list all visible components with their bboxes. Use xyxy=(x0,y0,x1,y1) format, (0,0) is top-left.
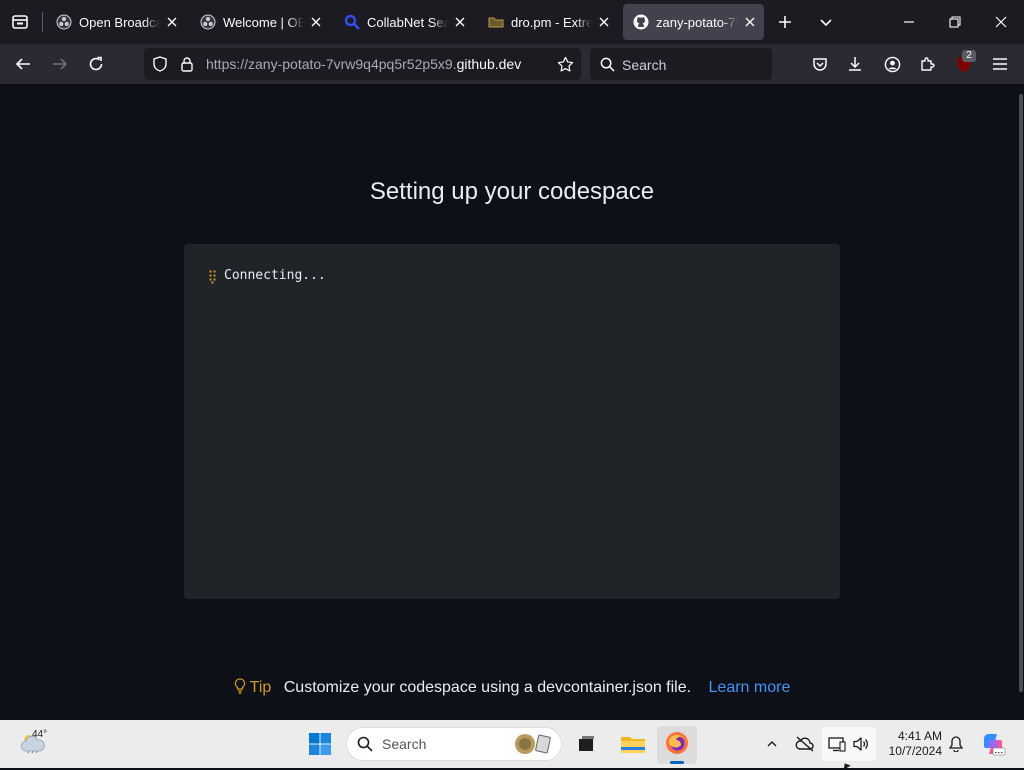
extension-badge: 2 xyxy=(962,50,976,62)
search-icon xyxy=(598,55,616,73)
lightbulb-icon xyxy=(234,678,246,699)
back-arrow-icon[interactable] xyxy=(10,52,36,76)
firefox-icon[interactable] xyxy=(664,730,690,756)
lock-icon[interactable] xyxy=(177,54,197,74)
pocket-icon[interactable] xyxy=(808,52,832,76)
bookmark-star-icon[interactable] xyxy=(554,54,576,74)
clock-date: 10/7/2024 xyxy=(888,744,942,758)
clock[interactable]: 4:41 AM 10/7/2024 xyxy=(884,729,942,759)
new-tab-plus-icon[interactable] xyxy=(772,10,798,34)
firefox-view-icon[interactable] xyxy=(8,10,32,34)
forward-arrow-icon[interactable] xyxy=(47,52,73,76)
page-title: Setting up your codespace xyxy=(369,178,655,205)
terminal-log-panel xyxy=(184,244,840,599)
obs-icon xyxy=(56,14,72,30)
close-window-icon[interactable] xyxy=(986,8,1016,36)
tab-title: CollabNet SearX xyxy=(367,14,448,30)
search-bar[interactable]: Search xyxy=(590,48,772,80)
url-prefix: https://zany-potato-7vrw9q4pq5r52p5x9. xyxy=(206,56,457,72)
url-text[interactable]: https://zany-potato-7vrw9q4pq5r52p5x9.gi… xyxy=(206,56,521,72)
connection-status: Connecting... xyxy=(224,268,326,283)
close-tab-icon[interactable] xyxy=(596,14,612,30)
notification-bell-icon[interactable] xyxy=(946,734,966,754)
search-placeholder: Search xyxy=(622,57,667,73)
cloud-off-icon[interactable] xyxy=(793,734,817,754)
github-icon xyxy=(633,14,649,30)
close-tab-icon[interactable] xyxy=(452,14,468,30)
obs-icon xyxy=(200,14,216,30)
reload-icon[interactable] xyxy=(83,52,109,76)
extensions-puzzle-icon[interactable] xyxy=(916,52,940,76)
tab-title: zany-potato-7vrw xyxy=(656,14,738,30)
address-bar[interactable]: https://zany-potato-7vrw9q4pq5r52p5x9.gi… xyxy=(144,48,581,80)
tip-text: Customize your codespace using a devcont… xyxy=(283,679,692,696)
learn-more-link[interactable]: Learn more xyxy=(709,679,791,696)
close-tab-icon[interactable] xyxy=(742,14,758,30)
tab-separator xyxy=(42,12,43,32)
minimize-icon[interactable] xyxy=(894,8,924,36)
tab-title: dro.pm - Extreme xyxy=(511,14,592,30)
search-icon xyxy=(356,735,374,753)
tab-open-broadcast[interactable]: Open Broadcast xyxy=(46,4,186,40)
weather-temperature: 44° xyxy=(32,729,48,740)
menu-hamburger-icon[interactable] xyxy=(988,52,1012,76)
tab-dro-pm[interactable]: dro.pm - Extreme xyxy=(478,4,618,40)
shield-icon[interactable] xyxy=(150,54,170,74)
windows-start-icon[interactable] xyxy=(306,730,334,758)
copilot-icon[interactable] xyxy=(978,729,1008,759)
tab-title: Welcome | OBS xyxy=(223,14,304,30)
taskbar-search-box[interactable]: Search xyxy=(346,727,562,761)
active-app-indicator xyxy=(670,761,684,764)
close-tab-icon[interactable] xyxy=(308,14,324,30)
magnifier-icon xyxy=(344,14,360,30)
tab-strip: Open Broadcast Welcome | OBS CollabNet S… xyxy=(0,0,1024,44)
file-explorer-icon[interactable] xyxy=(618,730,648,758)
task-view-icon[interactable] xyxy=(572,730,600,758)
tip-line: Tip Customize your codespace using a dev… xyxy=(0,678,1024,699)
tab-title: Open Broadcast xyxy=(79,14,160,30)
chevron-up-icon[interactable] xyxy=(762,734,782,754)
list-tabs-chevron-down-icon[interactable] xyxy=(813,10,839,34)
tab-welcome-obs[interactable]: Welcome | OBS xyxy=(190,4,330,40)
tab-collabnet-searx[interactable]: CollabNet SearX xyxy=(334,4,474,40)
account-icon[interactable] xyxy=(880,52,904,76)
close-tab-icon[interactable] xyxy=(164,14,180,30)
url-domain: github.dev xyxy=(456,56,522,72)
volume-icon[interactable] xyxy=(850,734,872,754)
network-icon[interactable] xyxy=(826,734,848,754)
folder-icon xyxy=(488,14,504,30)
spinner-icon xyxy=(209,270,217,284)
restore-window-icon[interactable] xyxy=(940,8,970,36)
clock-time: 4:41 AM xyxy=(897,729,942,743)
tip-label: Tip xyxy=(249,679,272,696)
download-icon[interactable] xyxy=(843,52,867,76)
tab-zany-potato[interactable]: zany-potato-7vrw xyxy=(623,4,764,40)
search-highlight-icon xyxy=(513,732,553,756)
taskbar-search-placeholder: Search xyxy=(382,736,427,752)
